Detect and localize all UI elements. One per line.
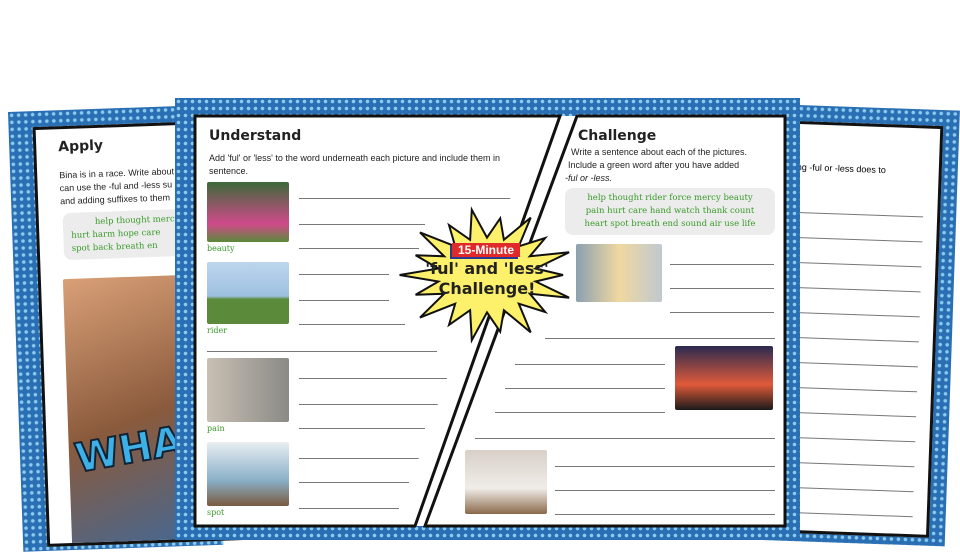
writing-line (791, 261, 922, 268)
apply-title: Apply (57, 137, 104, 156)
writing-line (786, 411, 917, 418)
writing-line (789, 311, 920, 318)
writing-line (787, 386, 918, 393)
writing-line (792, 236, 923, 243)
badge-line2: Challenge! (438, 279, 536, 298)
writing-line (785, 436, 916, 443)
writing-line (793, 211, 924, 218)
badge-line1: 'ful' and 'less' (425, 259, 549, 278)
challenge-badge: 15-Minute 'ful' and 'less' Challenge! (392, 205, 582, 345)
writing-line (783, 486, 914, 493)
back-instructions: ing -ful or -less does to (794, 161, 886, 176)
writing-line (788, 336, 919, 343)
apply-instruction: and adding suffixes to them (59, 192, 171, 207)
badge-tag: 15-Minute (452, 243, 521, 257)
writing-line (790, 286, 921, 293)
writing-line (784, 461, 915, 468)
writing-line (787, 361, 918, 368)
writing-line (782, 511, 913, 518)
